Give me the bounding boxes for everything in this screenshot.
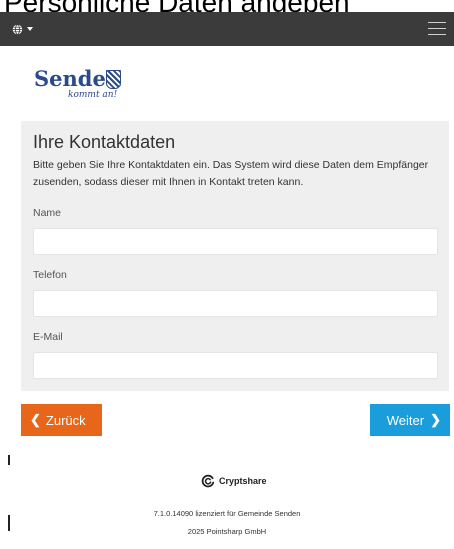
edge-mark (8, 455, 10, 465)
chevron-left-icon: ❮ (30, 412, 41, 427)
next-button-label: Weiter (386, 412, 425, 428)
top-navbar (0, 12, 454, 46)
email-label: E-Mail (33, 331, 63, 343)
contact-form: Ihre Kontaktdaten Bitte geben Sie Ihre K… (21, 121, 449, 391)
cryptshare-wordmark: Cryptshare (219, 476, 267, 486)
coat-of-arms-icon (106, 70, 121, 89)
name-input[interactable] (33, 228, 438, 255)
form-description: Bitte geben Sie Ihre Kontaktdaten ein. D… (33, 159, 429, 188)
globe-icon (12, 23, 23, 35)
edge-mark (8, 515, 10, 531)
phone-input[interactable] (33, 290, 438, 317)
chevron-right-icon: ❯ (430, 412, 441, 427)
language-selector[interactable] (12, 21, 46, 37)
logo-slogan: kommt an! (68, 90, 118, 100)
name-label: Name (33, 207, 62, 219)
copyright-text: 2025 Pointsharp GmbH (187, 527, 267, 536)
caret-down-icon (27, 27, 33, 31)
cryptshare-icon (201, 474, 215, 488)
license-text: 7.1.0.14090 lizenziert für Gemeinde Send… (153, 509, 301, 518)
form-title: Ihre Kontaktdaten (33, 132, 176, 152)
hamburger-menu-icon[interactable] (428, 18, 448, 40)
cryptshare-logo: Cryptshare (201, 474, 267, 488)
back-button[interactable]: ❮ Zurück (21, 404, 102, 436)
next-button[interactable]: Weiter ❯ (370, 404, 450, 436)
senden-logo: Senden kommt an! (34, 66, 144, 126)
back-button-label: Zurück (45, 412, 86, 428)
phone-label: Telefon (33, 269, 67, 281)
email-input[interactable] (33, 352, 438, 379)
